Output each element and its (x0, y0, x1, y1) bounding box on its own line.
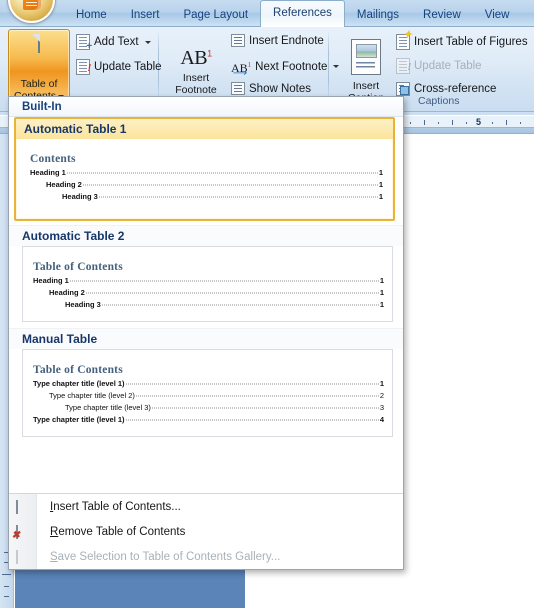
ribbon-tabs: Home Insert Page Layout References Maili… (64, 0, 521, 27)
gallery-item-title: Manual Table (9, 328, 403, 349)
table-of-contents-button[interactable]: Table of Contents (8, 29, 70, 105)
gallery-item-automatic-table-2[interactable]: Automatic Table 2 Table of Contents Head… (9, 225, 403, 328)
insert-endnote-icon (231, 34, 245, 47)
next-footnote-label: Next Footnote (255, 60, 328, 73)
save-selection-icon (16, 549, 18, 564)
tab-references[interactable]: References (260, 0, 345, 27)
save-selection-to-gallery-label: Save Selection to Table of Contents Gall… (50, 550, 281, 563)
insert-toc-icon (16, 499, 18, 514)
preview-toc-line: Heading 11 (30, 168, 383, 177)
show-notes-button[interactable]: Show Notes (231, 82, 311, 95)
gallery-item-title: Automatic Table 2 (9, 225, 403, 246)
office-logo-icon (22, 0, 41, 10)
remove-toc-icon: ✖ (12, 524, 20, 540)
table-of-contents-dropdown: Built-In Automatic Table 1 Contents Head… (8, 96, 404, 570)
preview-toc-line: Heading 21 (46, 180, 383, 189)
tab-insert[interactable]: Insert (119, 4, 172, 27)
insert-table-of-figures-button[interactable]: ✦ Insert Table of Figures (396, 30, 528, 50)
word-window: 5 Table of Contents (0, 0, 534, 608)
office-button[interactable] (8, 0, 55, 23)
insert-caption-button[interactable]: Insert Caption (338, 39, 394, 104)
gallery-command-list: Insert Table of Contents... ✖ Remove Tab… (9, 493, 403, 569)
update-table-icon: ! (396, 58, 411, 74)
ruler-number: 5 (476, 117, 482, 127)
cross-reference-icon (396, 82, 410, 96)
ribbon-tab-bar: Home Insert Page Layout References Maili… (0, 0, 534, 27)
update-table-figures-button: ! Update Table (396, 58, 482, 74)
preview-toc-line: Heading 21 (49, 288, 384, 297)
insert-endnote-button[interactable]: Insert Endnote (231, 34, 324, 47)
remove-table-of-contents-label: Remove Table of Contents (50, 525, 186, 538)
insert-table-of-figures-icon: ✦ (396, 30, 412, 50)
cross-reference-label: Cross-reference (414, 83, 497, 95)
preview-toc-line: Type chapter title (level 1) 4 (33, 415, 384, 424)
preview-toc-line: Heading 31 (62, 192, 383, 201)
tab-page-layout[interactable]: Page Layout (171, 4, 260, 27)
update-table-toc-button[interactable]: ! Update Table (76, 59, 162, 75)
captions-group-label: Captions (418, 95, 460, 107)
next-footnote-icon: AB1 ⟶ (231, 61, 252, 79)
preview-toc-line: Type chapter title (level 1) 1 (33, 379, 384, 388)
tab-review[interactable]: Review (411, 4, 473, 27)
preview-heading: Contents (30, 153, 76, 165)
tab-home[interactable]: Home (64, 4, 119, 27)
show-notes-icon (231, 82, 245, 95)
insert-table-of-contents-menu-item[interactable]: Insert Table of Contents... (9, 494, 403, 519)
preview-toc-line: Heading 31 (65, 300, 384, 309)
save-selection-to-gallery-menu-item: Save Selection to Table of Contents Gall… (9, 544, 403, 569)
gallery-item-title: Automatic Table 1 (16, 119, 393, 139)
show-notes-label: Show Notes (249, 82, 312, 95)
insert-endnote-label: Insert Endnote (249, 34, 324, 47)
gallery-item-preview: Contents Heading 11 Heading 21 Heading 3… (24, 139, 387, 213)
add-text-icon: + (76, 34, 92, 52)
gallery-section-header: Built-In (9, 97, 403, 117)
cross-reference-button[interactable]: Cross-reference (396, 82, 496, 96)
gallery-item-automatic-table-1[interactable]: Automatic Table 1 Contents Heading 11 He… (14, 117, 395, 221)
add-text-label: Add Text (94, 36, 139, 48)
tab-mailings[interactable]: Mailings (345, 4, 411, 27)
update-table-icon: ! (76, 59, 91, 75)
update-table-label: Update Table (94, 61, 162, 73)
insert-caption-icon (351, 39, 381, 75)
update-table-figures-label: Update Table (414, 60, 482, 72)
insert-table-of-figures-label: Insert Table of Figures (414, 36, 528, 48)
preview-heading: Table of Contents (33, 364, 123, 376)
insert-table-of-contents-label: Insert Table of Contents... (50, 500, 181, 513)
insert-footnote-label-2: Footnote (175, 83, 217, 96)
gallery-item-preview: Table of Contents Type chapter title (le… (22, 349, 393, 437)
gallery-item-manual-table[interactable]: Manual Table Table of Contents Type chap… (9, 328, 403, 443)
insert-caption-label-1: Insert (352, 80, 380, 92)
gallery-scroll-area[interactable]: Automatic Table 1 Contents Heading 11 He… (9, 117, 403, 494)
insert-footnote-label-1: Insert (182, 71, 210, 84)
table-of-contents-icon (38, 34, 40, 53)
ab-superscript-icon: AB1 (180, 46, 212, 69)
preview-toc-line: Type chapter title (level 2) 2 (49, 391, 384, 400)
chevron-down-icon (144, 40, 151, 44)
remove-table-of-contents-menu-item[interactable]: ✖ Remove Table of Contents (9, 519, 403, 544)
gallery-item-preview: Table of Contents Heading 11 Heading 21 … (22, 246, 393, 322)
preview-toc-line: Type chapter title (level 3) 3 (65, 403, 384, 412)
preview-heading: Table of Contents (33, 261, 123, 273)
insert-footnote-button[interactable]: AB1 Insert Footnote (168, 43, 224, 96)
preview-toc-line: Heading 11 (33, 276, 384, 285)
tab-view[interactable]: View (473, 4, 522, 27)
next-footnote-button[interactable]: AB1 ⟶ Next Footnote (231, 58, 340, 79)
add-text-button[interactable]: + Add Text (76, 34, 151, 52)
